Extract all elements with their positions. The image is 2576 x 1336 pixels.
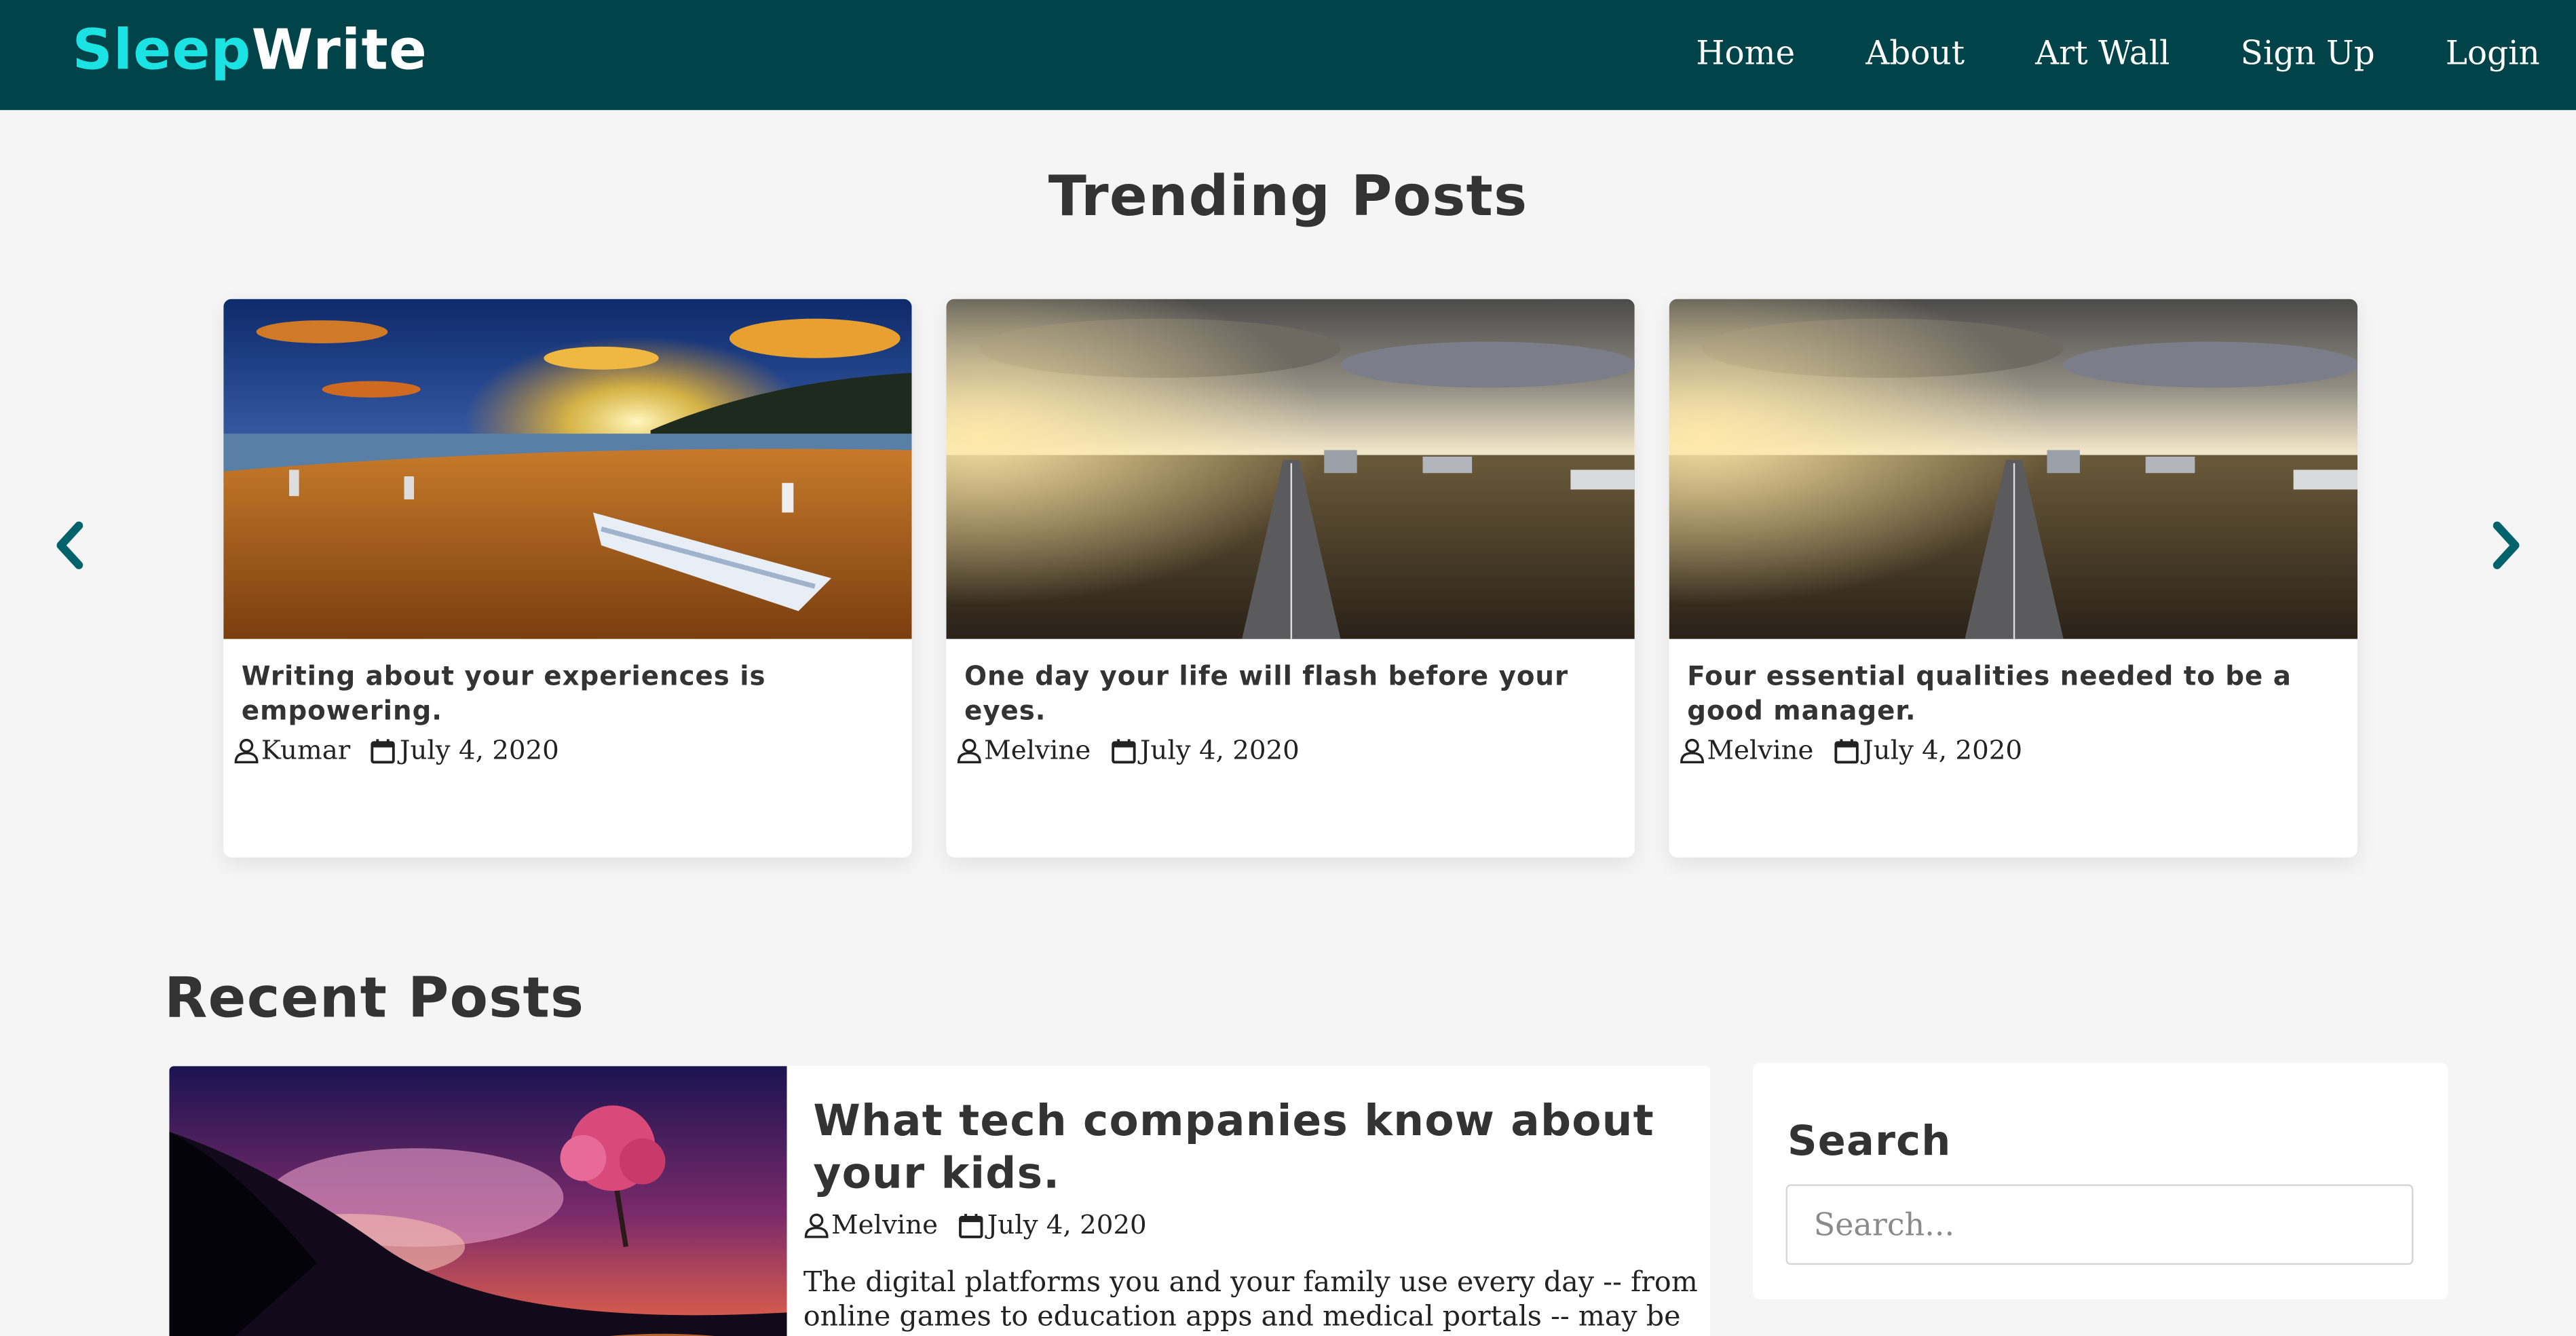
carousel-prev-button[interactable]	[50, 516, 89, 575]
nav-about[interactable]: About	[1865, 33, 1965, 72]
card-author[interactable]: Melvine	[1707, 734, 1813, 765]
post-title[interactable]: What tech companies know about your kids…	[813, 1096, 1667, 1201]
calendar-icon	[1110, 737, 1137, 763]
card-image-city	[946, 299, 1635, 639]
card-author[interactable]: Melvine	[984, 734, 1091, 765]
user-icon	[1679, 737, 1705, 763]
search-widget: Search	[1753, 1063, 2448, 1299]
calendar-icon	[1834, 737, 1860, 763]
card-image-beach	[223, 299, 912, 639]
post-date: July 4, 2020	[987, 1208, 1147, 1240]
card-meta: Melvine July 4, 2020	[1679, 734, 2357, 765]
user-icon	[803, 1211, 830, 1238]
nav-home[interactable]: Home	[1696, 33, 1795, 72]
page: SleepWrite Home About Art Wall Sign Up L…	[0, 0, 2576, 1336]
user-icon	[233, 737, 260, 763]
brand-logo[interactable]: SleepWrite	[73, 18, 428, 84]
search-title: Search	[1787, 1117, 1952, 1165]
card-meta: Melvine July 4, 2020	[956, 734, 1635, 765]
nav-sign-up[interactable]: Sign Up	[2241, 33, 2375, 72]
post-meta: Melvine July 4, 2020	[803, 1209, 1147, 1240]
chevron-left-icon	[56, 521, 83, 569]
nav-login[interactable]: Login	[2446, 33, 2540, 72]
chevron-right-icon	[2493, 521, 2520, 569]
nav-art-wall[interactable]: Art Wall	[2035, 33, 2170, 72]
card-image-city	[1669, 299, 2358, 639]
post-image-fantasy	[169, 1066, 787, 1336]
card-title[interactable]: Four essential qualities needed to be a …	[1687, 659, 2341, 728]
search-input[interactable]	[1785, 1184, 2414, 1265]
card-date: July 4, 2020	[399, 734, 559, 766]
post-meta-row: Melvine July 4, 2020	[803, 1209, 1147, 1240]
trending-card[interactable]: Writing about your experiences is empowe…	[223, 299, 912, 858]
user-icon	[956, 737, 983, 763]
navbar: SleepWrite Home About Art Wall Sign Up L…	[0, 0, 2576, 111]
recent-title: Recent Posts	[164, 966, 585, 1032]
trending-card[interactable]: One day your life will flash before your…	[946, 299, 1635, 858]
card-date: July 4, 2020	[1863, 734, 2023, 766]
post-author[interactable]: Melvine	[831, 1209, 938, 1240]
carousel-next-button[interactable]	[2487, 516, 2526, 575]
trending-title: Trending Posts	[1048, 164, 1528, 230]
card-title[interactable]: One day your life will flash before your…	[964, 659, 1618, 728]
card-author[interactable]: Kumar	[261, 734, 350, 765]
brand-part-1: Sleep	[72, 18, 252, 84]
trending-card[interactable]: Four essential qualities needed to be a …	[1669, 299, 2358, 858]
calendar-icon	[958, 1211, 984, 1238]
card-date: July 4, 2020	[1139, 734, 1300, 766]
calendar-icon	[370, 737, 396, 763]
post-excerpt: The digital platforms you and your famil…	[803, 1266, 1698, 1336]
brand-part-2: Write	[251, 18, 428, 84]
nav-links: Home About Art Wall Sign Up Login	[1625, 33, 2540, 72]
card-title[interactable]: Writing about your experiences is empowe…	[242, 659, 896, 728]
recent-post[interactable]: What tech companies know about your kids…	[169, 1066, 1711, 1336]
card-meta: Kumar July 4, 2020	[233, 734, 912, 765]
